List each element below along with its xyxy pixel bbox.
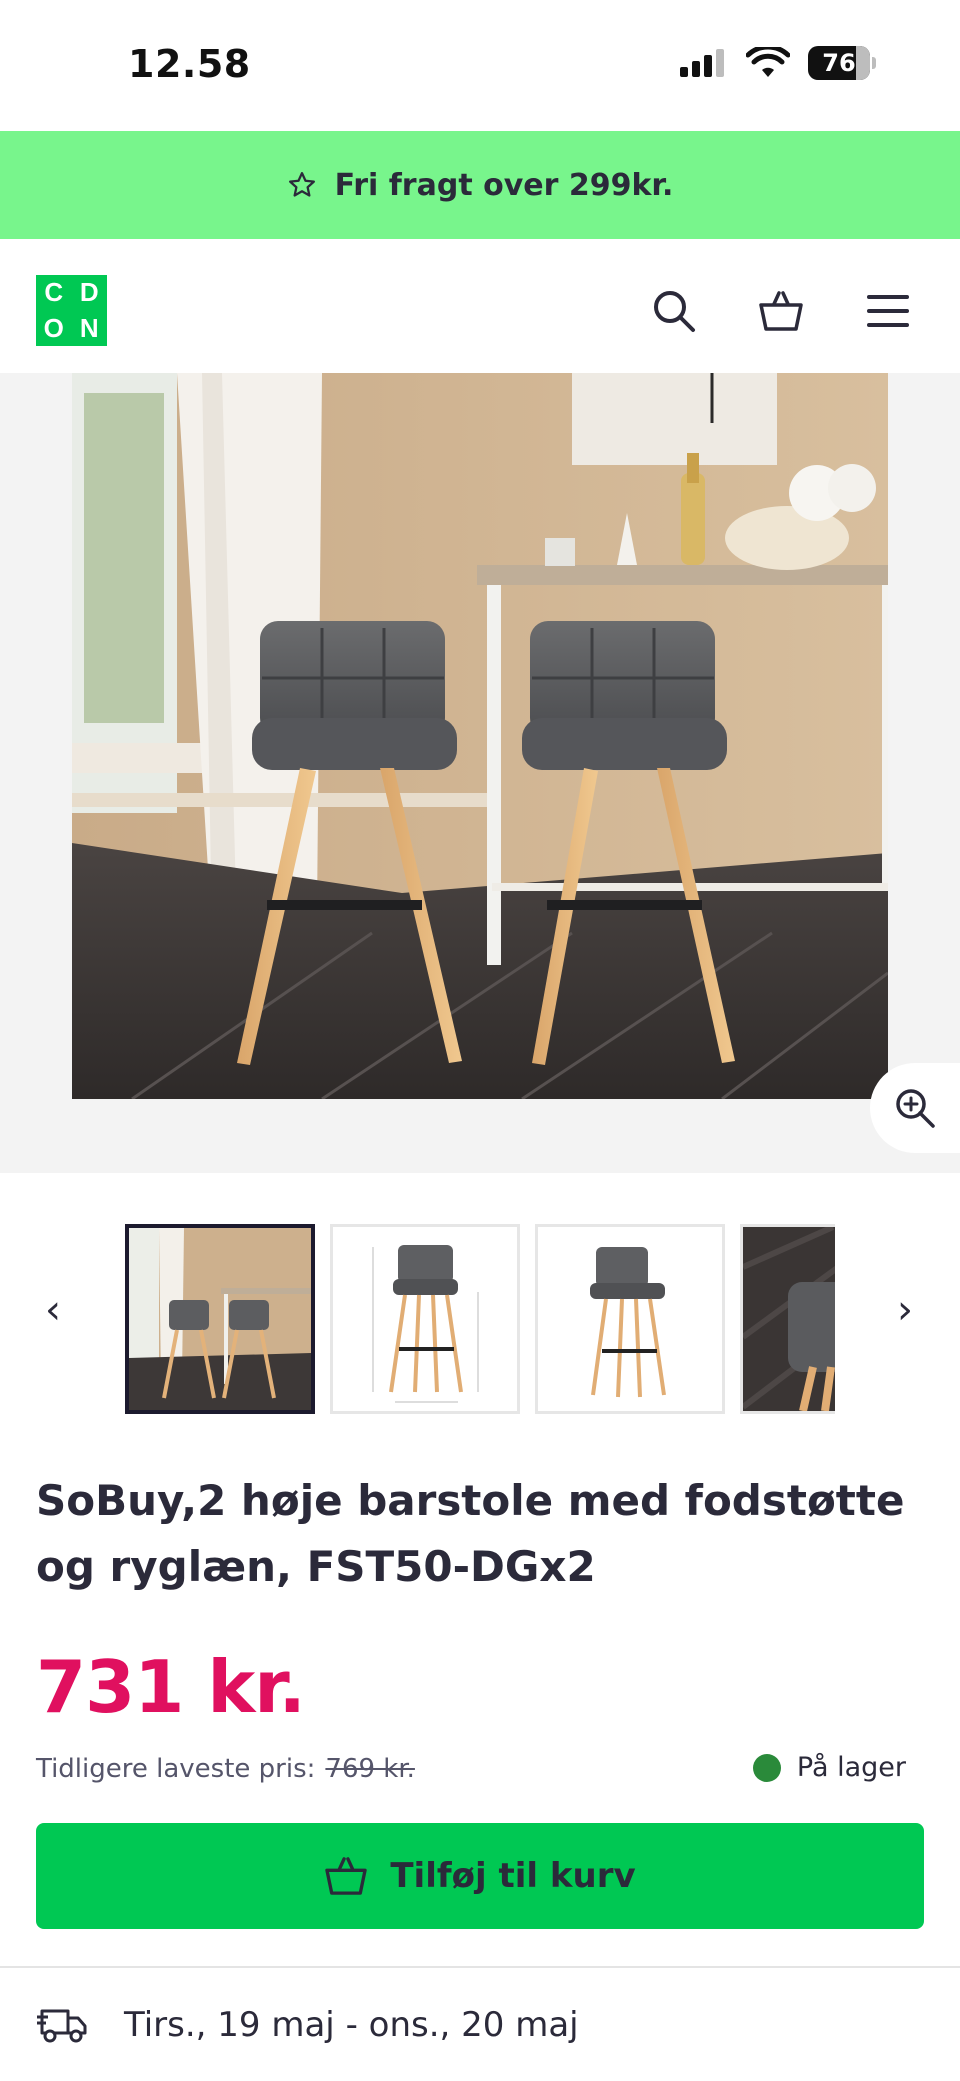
chevron-right-icon: › <box>897 1287 913 1333</box>
star-outline-icon <box>288 172 315 197</box>
menu-icon <box>867 295 909 327</box>
zoom-in-icon <box>896 1089 935 1128</box>
previous-price-row: Tidligere laveste pris: 769 kr. <box>36 1754 415 1784</box>
logo-letter: C <box>44 277 64 308</box>
in-stock-dot-icon <box>752 1753 781 1782</box>
thumbnail-4[interactable] <box>740 1224 835 1414</box>
basket-icon <box>759 291 803 331</box>
next-image-button[interactable]: › <box>880 1265 930 1355</box>
wifi-icon <box>746 47 790 77</box>
zoom-button[interactable] <box>870 1063 960 1153</box>
status-bar: 12.58 76 <box>0 0 960 131</box>
previous-price-label: Tidligere laveste pris: <box>36 1754 316 1784</box>
delivery-truck-icon <box>37 2009 87 2043</box>
delivery-estimate: Tirs., 19 maj - ons., 20 maj <box>36 2005 579 2045</box>
delivery-dates: Tirs., 19 maj - ons., 20 maj <box>124 2005 579 2045</box>
cdon-logo[interactable]: C D O N <box>36 275 107 346</box>
logo-letter: D <box>79 277 99 308</box>
stock-status-label: På lager <box>796 1752 906 1783</box>
menu-button[interactable] <box>862 285 914 337</box>
thumbnail-carousel: ‹ › <box>0 1210 960 1420</box>
basket-icon <box>325 1857 368 1895</box>
product-price: 731 kr. <box>36 1645 306 1729</box>
search-button[interactable] <box>648 285 700 337</box>
thumbnail-list <box>125 1224 835 1420</box>
battery-level: 76 <box>822 49 856 77</box>
add-to-cart-label: Tilføj til kurv <box>390 1856 636 1896</box>
thumbnail-2[interactable] <box>330 1224 520 1414</box>
site-header: C D O N <box>0 239 960 373</box>
product-title: SoBuy,2 høje barstole med fodstøtte og r… <box>36 1476 905 1591</box>
logo-letter: O <box>43 312 64 343</box>
status-time: 12.58 <box>128 42 251 86</box>
cart-button[interactable] <box>755 285 807 337</box>
promo-banner: Fri fragt over 299kr. <box>0 131 960 239</box>
chevron-left-icon: ‹ <box>45 1287 61 1333</box>
divider <box>0 1966 960 1968</box>
product-image[interactable] <box>72 373 888 1099</box>
previous-image-button[interactable]: ‹ <box>28 1265 78 1355</box>
search-icon <box>654 291 695 332</box>
signal-icon <box>680 49 724 77</box>
product-gallery-main[interactable] <box>0 373 960 1173</box>
stock-status: På lager <box>752 1752 906 1783</box>
status-icons: 76 <box>680 46 876 80</box>
promo-text: Fri fragt over 299kr. <box>334 167 674 203</box>
logo-letter: N <box>79 312 99 343</box>
battery-icon: 76 <box>808 46 870 80</box>
previous-price: 769 kr. <box>325 1754 415 1784</box>
thumbnail-1[interactable] <box>125 1224 315 1414</box>
add-to-cart-button[interactable]: Tilføj til kurv <box>36 1823 924 1929</box>
thumbnail-3[interactable] <box>535 1224 725 1414</box>
